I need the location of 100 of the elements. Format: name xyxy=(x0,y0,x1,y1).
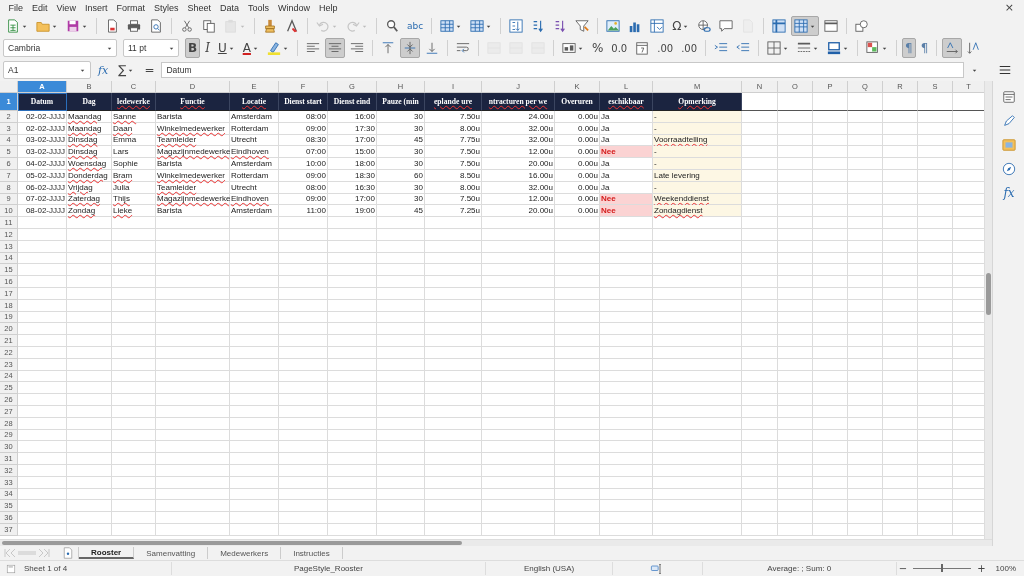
page-style: PageStyle_Rooster xyxy=(292,564,364,573)
table-cell: 19:00 xyxy=(328,205,377,218)
underline-button[interactable]: U xyxy=(214,38,238,58)
table-cell: - xyxy=(653,158,742,170)
table-cell: 30 xyxy=(377,181,425,194)
table-cell: 45 xyxy=(377,205,425,218)
align-middle-icon xyxy=(402,41,417,55)
add-decimal-button[interactable]: .00 xyxy=(654,38,677,58)
line-style-icon xyxy=(797,41,812,55)
redo-icon xyxy=(346,19,360,33)
table-cell: 02-02-JJJJ xyxy=(18,122,67,135)
bold-button[interactable]: B xyxy=(185,38,201,58)
table-cell: Amsterdam xyxy=(230,158,279,170)
grid-icon xyxy=(440,19,455,33)
table-cell: Maandag xyxy=(67,111,112,123)
split-button[interactable] xyxy=(791,16,820,36)
scissors-icon xyxy=(180,19,194,33)
gallery-icon xyxy=(1002,138,1016,152)
paintbrush-icon xyxy=(263,19,277,33)
table-cell: 17:00 xyxy=(328,193,377,206)
percent-button[interactable]: % xyxy=(588,38,607,58)
page-magnifier-icon xyxy=(149,19,163,33)
speech-bubble-icon xyxy=(719,19,734,33)
table-cell: 45 xyxy=(377,134,425,147)
italic-button[interactable]: I xyxy=(202,38,213,58)
table-cell: Dinsdag xyxy=(67,146,112,159)
table-cell: 0.00u xyxy=(555,134,600,147)
align-center-button[interactable] xyxy=(324,38,345,58)
table-cell: Winkelmedewerker xyxy=(156,122,230,135)
align-right-icon xyxy=(349,41,364,55)
table-cell: Daan xyxy=(112,122,156,135)
image-icon xyxy=(606,19,621,33)
search-icon xyxy=(385,19,399,33)
add-sheet-icon xyxy=(62,547,74,559)
name-box[interactable]: A1 xyxy=(3,61,91,79)
sort-ascending-icon xyxy=(531,19,546,33)
menu-item[interactable]: Data xyxy=(215,2,244,13)
table-cell: Eindhoven xyxy=(230,193,279,206)
font-color-button[interactable]: A xyxy=(239,38,262,58)
table-cell: Teamleider xyxy=(156,181,230,194)
zoom-in-button[interactable]: + xyxy=(975,563,988,574)
font-name-field[interactable]: Cambria xyxy=(3,39,117,57)
sheet-tab[interactable]: Samenvatting xyxy=(134,547,209,559)
selection-summary: Average: ; Sum: 0 xyxy=(766,564,833,573)
decimal-button[interactable]: 0.0 xyxy=(608,38,631,58)
spelling-button[interactable]: abc xyxy=(404,16,427,36)
table-cell: Utrecht xyxy=(230,134,279,147)
number-format-icon xyxy=(561,41,576,55)
close-button[interactable]: × xyxy=(998,1,1020,14)
split-table-icon xyxy=(794,19,809,33)
pivot-table-icon xyxy=(650,19,665,33)
sort-icon xyxy=(509,19,524,33)
compass-icon xyxy=(1002,162,1016,176)
font-size-field[interactable]: 11 pt xyxy=(123,39,179,57)
text-horizontal-button[interactable] xyxy=(942,38,963,58)
formula-input[interactable]: Datum xyxy=(161,62,964,78)
menu-item[interactable]: Insert xyxy=(80,2,112,13)
sheet-tab[interactable]: Instructies xyxy=(281,547,343,559)
table-cell: Emma xyxy=(112,134,156,147)
table-cell: 8.00u xyxy=(425,122,482,135)
table-cell: 17:00 xyxy=(328,134,377,147)
zoom-slider-thumb[interactable] xyxy=(941,564,944,572)
undo-icon xyxy=(316,19,330,33)
table-cell: 24.00u xyxy=(482,111,555,123)
right-to-left-button[interactable]: ¶ xyxy=(917,38,932,58)
menu-item[interactable]: Edit xyxy=(27,2,53,13)
functions-button[interactable]: fx xyxy=(1000,183,1018,203)
table-cell: Sophie xyxy=(112,158,156,170)
special-character-button[interactable]: Ω xyxy=(669,16,693,36)
vertical-scrollbar[interactable] xyxy=(984,81,992,539)
table-cell: 8.50u xyxy=(425,170,482,182)
menu-item[interactable]: File xyxy=(4,2,28,13)
table-cell: 7.50u xyxy=(425,193,482,206)
remove-decimal-button[interactable]: .00 xyxy=(678,38,701,58)
menu-item[interactable]: Help xyxy=(314,2,343,13)
table-cell: Rotterdam xyxy=(230,122,279,135)
menu-item[interactable]: View xyxy=(52,2,81,13)
menu-item[interactable]: Tools xyxy=(243,2,274,13)
align-middle-button[interactable] xyxy=(399,38,420,58)
table-cell: 07-02-JJJJ xyxy=(18,193,67,206)
table-cell: 10:00 xyxy=(279,158,328,170)
menu-item[interactable]: Sheet xyxy=(182,2,216,13)
table-cell: 09:00 xyxy=(279,122,328,135)
menu-item[interactable]: Styles xyxy=(149,2,183,13)
table-cell: Utrecht xyxy=(230,181,279,194)
table-cell: 20.00u xyxy=(482,205,555,218)
sum-button[interactable]: ∑ xyxy=(115,60,138,80)
table-cell: 16:00 xyxy=(328,111,377,123)
menu-item[interactable]: Format xyxy=(111,2,150,13)
sheet-tab[interactable]: Medewerkers xyxy=(208,547,282,559)
table-cell: Zondag xyxy=(67,205,112,218)
wrap-text-icon xyxy=(455,41,470,55)
menu-item[interactable]: Window xyxy=(273,2,315,13)
zoom-out-button[interactable]: − xyxy=(896,563,910,574)
table-cell: 08:30 xyxy=(279,134,328,147)
table-cell: 30 xyxy=(377,158,425,170)
sheet-tab[interactable]: Rooster xyxy=(79,547,135,559)
function-wizard-button[interactable]: fx xyxy=(95,60,112,80)
horizontal-scrollbar[interactable] xyxy=(0,539,992,546)
formula-button[interactable]: = xyxy=(141,60,158,80)
